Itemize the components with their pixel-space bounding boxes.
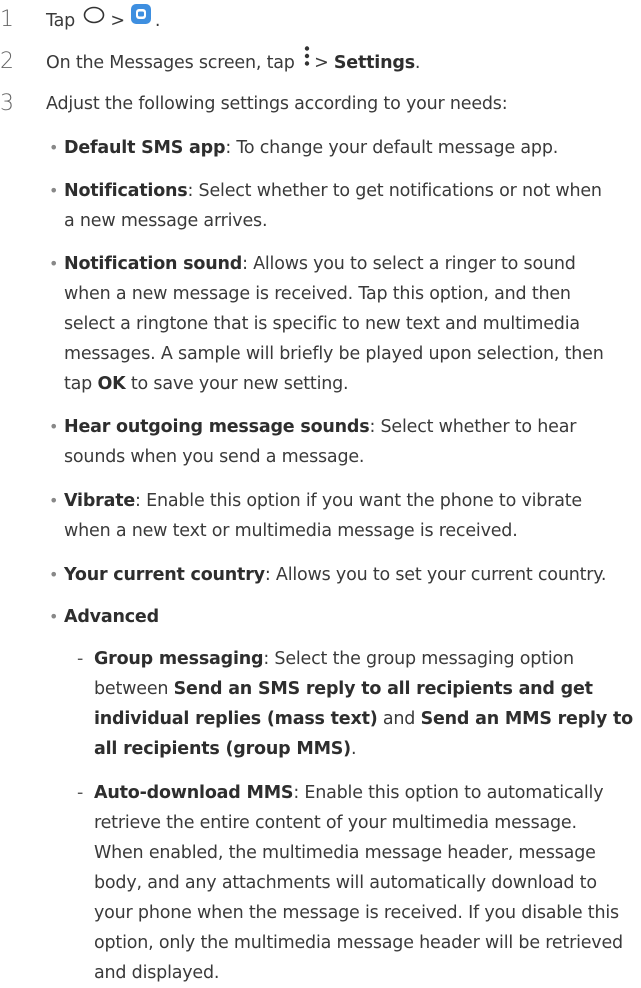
- bullet-marker: •: [49, 417, 59, 436]
- step-number: 1: [0, 7, 14, 32]
- step-period: .: [154, 11, 161, 31]
- setting-term: Notification sound: [64, 254, 243, 274]
- setting-term: Default SMS app: [64, 138, 226, 158]
- setting-desc: : Enable this option if you want the pho…: [135, 491, 582, 511]
- setting-term: Group messaging: [94, 649, 264, 669]
- setting-desc: : Select whether to hear: [369, 417, 577, 437]
- option-group-mms: all recipients (group MMS): [94, 739, 351, 759]
- setting-desc: : Allows you to set your current country…: [264, 565, 607, 585]
- setting-desc: When enabled, the multimedia message hea…: [94, 843, 596, 863]
- option-group-mms: Send an MMS reply to: [420, 709, 634, 729]
- more-vertical-icon: [303, 45, 311, 77]
- setting-desc: : To change your default message app.: [225, 138, 559, 158]
- advanced-auto-download-mms: - Auto-download MMS: Enable this option …: [0, 778, 641, 988]
- setting-desc: .: [350, 739, 357, 759]
- option-mass-text: Send an SMS reply to all recipients and …: [173, 679, 593, 699]
- step-2: 2 On the Messages screen, tap > Settings…: [0, 45, 641, 79]
- setting-desc: : Select the group messaging option: [263, 649, 574, 669]
- setting-term: Advanced: [64, 607, 159, 627]
- setting-notification-sound: • Notification sound: Allows you to sele…: [0, 249, 641, 399]
- step-1: 1 Tap > .: [0, 3, 641, 37]
- setting-desc: a new message arrives.: [64, 211, 268, 231]
- setting-desc: when a new message is received. Tap this…: [64, 284, 571, 304]
- step-3: 3 Adjust the following settings accordin…: [0, 89, 641, 119]
- setting-desc: and: [377, 709, 421, 729]
- option-mass-text: individual replies (mass text): [94, 709, 378, 729]
- setting-desc: : Enable this option to automatically: [293, 783, 604, 803]
- setting-desc: : Allows you to select a ringer to sound: [242, 254, 576, 274]
- settings-label: Settings: [333, 53, 415, 73]
- advanced-group-messaging: - Group messaging: Select the group mess…: [0, 644, 641, 764]
- setting-term: Notifications: [64, 181, 188, 201]
- setting-desc: : Select whether to get notifications or…: [187, 181, 603, 201]
- setting-term: Your current country: [64, 565, 265, 585]
- bullet-marker: •: [49, 138, 59, 157]
- step-text: Tap: [46, 11, 76, 31]
- setting-desc: messages. A sample will briefly be playe…: [64, 344, 604, 364]
- setting-vibrate: • Vibrate: Enable this option if you wan…: [0, 486, 641, 546]
- setting-desc: when a new text or multimedia message is…: [64, 521, 518, 541]
- step-period: .: [414, 53, 421, 73]
- dash-marker: -: [77, 783, 84, 803]
- setting-desc: body, and any attachments will automatic…: [94, 873, 597, 893]
- setting-term: Auto-download MMS: [94, 783, 294, 803]
- step-text: On the Messages screen, tap: [46, 53, 295, 73]
- setting-desc: option, only the multimedia message head…: [94, 933, 623, 953]
- setting-desc: between: [94, 679, 174, 699]
- setting-term: Vibrate: [64, 491, 136, 511]
- messages-app-icon: [130, 3, 152, 35]
- setting-desc: to save your new setting.: [125, 374, 349, 394]
- bullet-marker: •: [49, 491, 59, 510]
- setting-desc: tap: [64, 374, 98, 394]
- setting-desc: sounds when you send a message.: [64, 447, 365, 467]
- setting-term: Hear outgoing message sounds: [64, 417, 370, 437]
- setting-advanced: • Advanced: [0, 602, 641, 632]
- setting-desc: retrieve the entire content of your mult…: [94, 813, 577, 833]
- bullet-marker: •: [49, 181, 59, 200]
- step-number: 3: [0, 91, 14, 116]
- setting-desc: your phone when the message is received.…: [94, 903, 619, 923]
- bullet-marker: •: [49, 565, 59, 584]
- ok-label: OK: [97, 374, 126, 394]
- step-number: 2: [0, 49, 14, 74]
- setting-hear-outgoing-sounds: • Hear outgoing message sounds: Select w…: [0, 412, 641, 472]
- arrow-separator: >: [110, 11, 125, 31]
- arrow-separator: >: [314, 53, 329, 73]
- bullet-marker: •: [49, 254, 59, 273]
- dash-marker: -: [77, 649, 84, 669]
- home-circle-icon: [83, 4, 105, 34]
- setting-notifications: • Notifications: Select whether to get n…: [0, 176, 641, 236]
- setting-desc: select a ringtone that is specific to ne…: [64, 314, 580, 334]
- setting-default-sms-app: • Default SMS app: To change your defaul…: [0, 133, 641, 163]
- step-text: Adjust the following settings according …: [46, 94, 508, 114]
- setting-current-country: • Your current country: Allows you to se…: [0, 560, 641, 590]
- bullet-marker: •: [49, 607, 59, 626]
- setting-desc: and displayed.: [94, 963, 220, 983]
